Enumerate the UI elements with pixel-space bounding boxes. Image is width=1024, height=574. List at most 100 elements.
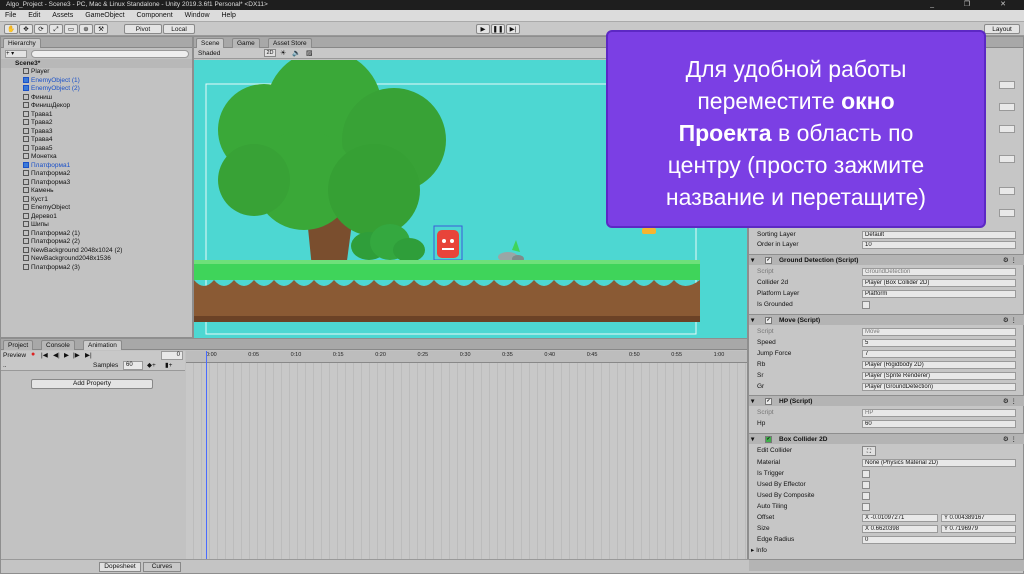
scene-root[interactable]: Scene3* bbox=[1, 59, 192, 68]
move-rb-field[interactable]: Player (Rigidbody 2D) bbox=[862, 361, 1016, 369]
2d-toggle[interactable]: 2D bbox=[264, 49, 276, 57]
foldout-arrow-icon[interactable]: ▾ bbox=[751, 396, 754, 407]
menu-help[interactable]: Help bbox=[216, 10, 240, 19]
foldout-arrow-icon[interactable]: ▾ bbox=[751, 255, 754, 266]
move-jump-force-field[interactable]: 7 bbox=[862, 350, 1016, 358]
gear-icon[interactable]: ⚙ ⋮ bbox=[1003, 396, 1017, 407]
dopesheet-button[interactable]: Dopesheet bbox=[99, 562, 141, 572]
inspector-field[interactable] bbox=[999, 155, 1015, 163]
last-keyframe-icon[interactable]: ▶| bbox=[85, 351, 92, 359]
is-trigger-checkbox[interactable] bbox=[862, 470, 870, 478]
move-speed-field[interactable]: 5 bbox=[862, 339, 1016, 347]
menu-assets[interactable]: Assets bbox=[47, 10, 78, 19]
gd-platform-layer-dropdown[interactable]: Platform bbox=[862, 290, 1016, 298]
component-enabled-checkbox[interactable]: ✓ bbox=[765, 317, 772, 324]
size-x-field[interactable]: X 0.6620398 bbox=[862, 525, 938, 533]
hierarchy-item[interactable]: Трава3 bbox=[23, 127, 52, 136]
hierarchy-item[interactable]: EnemyObject (1) bbox=[23, 76, 80, 85]
auto-tiling-checkbox[interactable] bbox=[862, 503, 870, 511]
gear-icon[interactable]: ⚙ ⋮ bbox=[1003, 255, 1017, 266]
hierarchy-item[interactable]: Финиш bbox=[23, 93, 52, 102]
local-toggle[interactable]: Local bbox=[163, 24, 195, 34]
hp-header[interactable]: ▾ ✓ HP (Script) ⚙ ⋮ bbox=[749, 395, 1024, 406]
curves-button[interactable]: Curves bbox=[143, 562, 181, 572]
gear-icon[interactable]: ⚙ ⋮ bbox=[1003, 434, 1017, 445]
hierarchy-item[interactable]: NewBackground 2048x1024 (2) bbox=[23, 246, 122, 255]
next-component-header[interactable] bbox=[749, 559, 1024, 571]
offset-y-field[interactable]: Y 0.004389167 bbox=[941, 514, 1016, 522]
clip-dropdown[interactable]: .. bbox=[3, 362, 7, 369]
preview-toggle[interactable]: Preview bbox=[3, 352, 26, 359]
hierarchy-item[interactable]: Шипы bbox=[23, 221, 49, 229]
add-keyframe-icon[interactable]: ◆+ bbox=[147, 361, 156, 369]
move-sr-field[interactable]: Player (Sprite Renderer) bbox=[862, 372, 1016, 380]
material-field[interactable]: None (Physics Material 2D) bbox=[862, 459, 1016, 467]
ground-detection-header[interactable]: ▾ ✓ Ground Detection (Script) ⚙ ⋮ bbox=[749, 254, 1024, 265]
play-icon[interactable]: ▶ bbox=[476, 24, 490, 34]
hierarchy-item[interactable]: Трава5 bbox=[23, 144, 52, 153]
hp-value-field[interactable]: 60 bbox=[862, 420, 1016, 428]
menu-edit[interactable]: Edit bbox=[23, 10, 45, 19]
hierarchy-item[interactable]: EnemyObject bbox=[23, 204, 70, 212]
inspector-field[interactable] bbox=[999, 209, 1015, 217]
hand-tool-icon[interactable]: ✋ bbox=[4, 24, 18, 34]
add-property-button[interactable]: Add Property bbox=[31, 379, 153, 389]
component-enabled-checkbox[interactable]: ✓ bbox=[765, 398, 772, 405]
gd-collider-field[interactable]: Player (Box Collider 2D) bbox=[862, 279, 1016, 287]
play-animation-icon[interactable]: ▶ bbox=[64, 351, 69, 359]
frame-field[interactable]: 0 bbox=[161, 351, 183, 360]
lighting-icon[interactable]: ☀ bbox=[280, 49, 286, 57]
pivot-toggle[interactable]: Pivot bbox=[124, 24, 162, 34]
move-header[interactable]: ▾ ✓ Move (Script) ⚙ ⋮ bbox=[749, 314, 1024, 325]
move-tool-icon[interactable]: ✥ bbox=[19, 24, 33, 34]
hierarchy-item[interactable]: Платформа2 (3) bbox=[23, 263, 80, 272]
hierarchy-item[interactable]: Платформа3 bbox=[23, 178, 70, 187]
tab-asset-store[interactable]: Asset Store bbox=[268, 38, 312, 48]
hierarchy-item[interactable]: Куст1 bbox=[23, 195, 48, 204]
tab-animation[interactable]: Animation bbox=[83, 340, 122, 350]
hierarchy-search-input[interactable] bbox=[31, 50, 189, 58]
move-gr-field[interactable]: Player (GroundDetection) bbox=[862, 383, 1016, 391]
first-keyframe-icon[interactable]: |◀ bbox=[41, 351, 48, 359]
tab-game[interactable]: Game bbox=[232, 38, 260, 48]
next-keyframe-icon[interactable]: |▶ bbox=[73, 351, 80, 359]
hierarchy-item[interactable]: Трава4 bbox=[23, 136, 52, 144]
box-collider-header[interactable]: ▾ ✓ Box Collider 2D ⚙ ⋮ bbox=[749, 433, 1024, 444]
size-y-field[interactable]: Y 0.7196979 bbox=[941, 525, 1016, 533]
tab-project[interactable]: Project bbox=[3, 340, 34, 350]
dopesheet-area[interactable] bbox=[186, 363, 747, 559]
used-by-composite-checkbox[interactable] bbox=[862, 492, 870, 500]
prev-keyframe-icon[interactable]: ◀| bbox=[53, 351, 60, 359]
hierarchy-item[interactable]: EnemyObject (2) bbox=[23, 85, 80, 93]
hierarchy-item[interactable]: Монетка bbox=[23, 153, 57, 161]
timeline-ruler[interactable]: 0:00 0:05 0:10 0:15 0:20 0:25 0:30 0:35 0:40 0:45… bbox=[186, 351, 747, 363]
audio-icon[interactable]: 🔈 bbox=[292, 49, 301, 57]
scale-tool-icon[interactable]: ⤢ bbox=[49, 24, 63, 34]
hierarchy-item[interactable]: ФинишДекор bbox=[23, 102, 70, 110]
hierarchy-item[interactable]: Дерево1 bbox=[23, 212, 57, 221]
window-controls[interactable]: _ ❐ ✕ bbox=[930, 0, 1020, 8]
hierarchy-item[interactable]: Трава1 bbox=[23, 110, 52, 119]
pause-icon[interactable]: ❚❚ bbox=[491, 24, 505, 34]
create-dropdown[interactable]: + ▾ bbox=[5, 50, 27, 58]
inspector-field[interactable] bbox=[999, 103, 1015, 111]
inspector-field[interactable] bbox=[999, 81, 1015, 89]
transform-tool-icon[interactable]: ⊕ bbox=[79, 24, 93, 34]
info-foldout[interactable]: ▸ Info bbox=[751, 546, 767, 556]
layout-dropdown[interactable]: Layout bbox=[984, 24, 1020, 34]
playhead[interactable] bbox=[206, 351, 207, 559]
hierarchy-item[interactable]: Трава2 bbox=[23, 119, 52, 127]
rotate-tool-icon[interactable]: ⟳ bbox=[34, 24, 48, 34]
hierarchy-item[interactable]: Платформа2 bbox=[23, 170, 70, 178]
add-event-icon[interactable]: ▮+ bbox=[165, 361, 172, 369]
foldout-arrow-icon[interactable]: ▾ bbox=[751, 315, 754, 326]
component-enabled-checkbox[interactable]: ✓ bbox=[765, 436, 772, 443]
edge-radius-field[interactable]: 0 bbox=[862, 536, 1016, 544]
menu-window[interactable]: Window bbox=[180, 10, 215, 19]
component-enabled-checkbox[interactable]: ✓ bbox=[765, 257, 772, 264]
offset-x-field[interactable]: X -0.01097271 bbox=[862, 514, 938, 522]
hierarchy-item[interactable]: Player bbox=[23, 68, 49, 76]
gear-icon[interactable]: ⚙ ⋮ bbox=[1003, 315, 1017, 326]
hierarchy-item[interactable]: Платформа2 (1) bbox=[23, 229, 80, 238]
rect-tool-icon[interactable]: ▭ bbox=[64, 24, 78, 34]
